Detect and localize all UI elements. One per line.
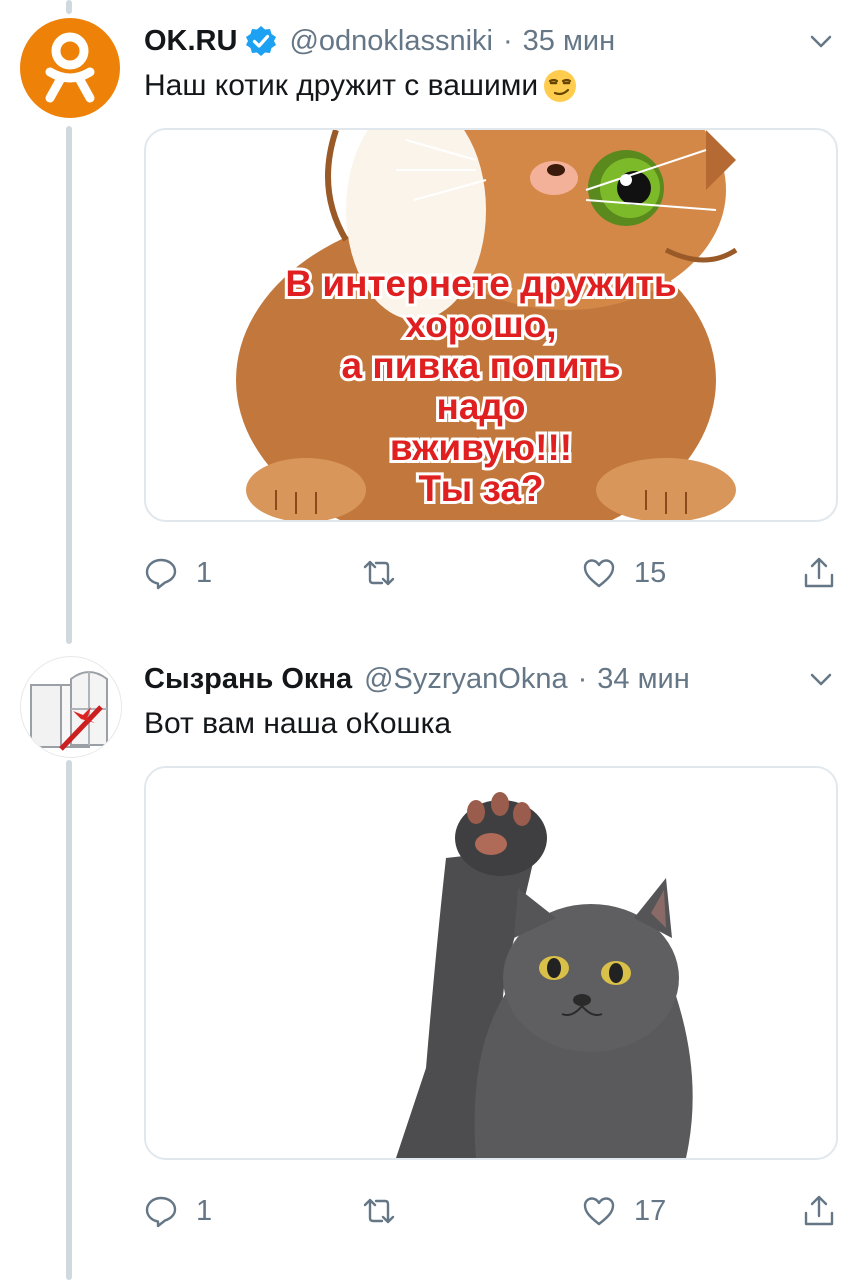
meme-caption-line: В интернете дружить bbox=[285, 263, 676, 304]
reply-button[interactable]: 1 bbox=[144, 1186, 212, 1236]
tweet-header: OK.RU @odnoklassniki · 35 мин bbox=[144, 20, 615, 62]
tweet-time[interactable]: 34 мин bbox=[597, 663, 689, 696]
odnoklassniki-logo-icon bbox=[45, 32, 95, 103]
tweet-image[interactable]: В интернете дружить хорошо, а пивка попи… bbox=[144, 128, 838, 522]
cat-meme-illustration: В интернете дружить хорошо, а пивка попи… bbox=[236, 130, 738, 520]
meme-caption-line: Ты за? bbox=[418, 468, 543, 509]
tweet-text-content: Наш котик дружит с вашими bbox=[144, 69, 539, 102]
meme-caption-line: надо bbox=[436, 386, 525, 427]
like-count: 15 bbox=[634, 556, 667, 589]
chevron-down-icon[interactable] bbox=[806, 664, 836, 694]
heart-icon bbox=[583, 1197, 615, 1226]
reply-icon bbox=[145, 558, 177, 590]
tweet-actions: 1 15 bbox=[144, 548, 838, 598]
share-icon bbox=[804, 557, 834, 588]
retweet-icon bbox=[363, 1198, 395, 1224]
verified-badge-icon bbox=[246, 26, 277, 56]
separator-dot: · bbox=[503, 24, 513, 57]
grey-cat-photo bbox=[146, 768, 836, 1158]
like-button[interactable]: 17 bbox=[582, 1186, 666, 1236]
reply-icon bbox=[145, 1196, 177, 1228]
meme-caption-line: хорошо, bbox=[405, 304, 556, 345]
share-button[interactable] bbox=[802, 548, 836, 598]
author-handle[interactable]: @SyzryanOkna bbox=[364, 663, 568, 696]
reply-count: 1 bbox=[196, 1194, 213, 1227]
heart-icon bbox=[583, 559, 615, 588]
meme-caption-line: а пивка попить bbox=[342, 345, 621, 386]
window-logo-icon bbox=[30, 671, 108, 751]
share-button[interactable] bbox=[802, 1186, 836, 1236]
chevron-down-icon[interactable] bbox=[806, 26, 836, 56]
retweet-button[interactable] bbox=[362, 1186, 414, 1236]
share-icon bbox=[804, 1195, 834, 1226]
author-name[interactable]: OK.RU bbox=[144, 25, 237, 58]
tweet-text: Вот вам наша оКошка bbox=[144, 704, 451, 744]
tweet-time[interactable]: 35 мин bbox=[523, 25, 615, 58]
meme-caption-line: вживую!!! bbox=[390, 427, 572, 468]
reply-button[interactable]: 1 bbox=[144, 548, 212, 598]
like-button[interactable]: 15 bbox=[582, 548, 666, 598]
tweet-text-content: Вот вам наша оКошка bbox=[144, 707, 452, 740]
reply-count: 1 bbox=[196, 556, 213, 589]
tweet-text: Наш котик дружит с вашими bbox=[144, 66, 578, 106]
author-name[interactable]: Сызрань Окна bbox=[144, 663, 352, 696]
like-count: 17 bbox=[634, 1194, 667, 1227]
retweet-button[interactable] bbox=[362, 548, 414, 598]
separator-dot: · bbox=[577, 662, 588, 695]
tweet-image[interactable] bbox=[144, 766, 838, 1160]
tweet[interactable]: OK.RU @odnoklassniki · 35 мин Наш котик … bbox=[0, 0, 858, 640]
tweet-actions: 1 17 bbox=[144, 1186, 838, 1236]
avatar[interactable] bbox=[20, 656, 122, 758]
tweet[interactable]: Сызрань Окна @SyzryanOkna · 34 мин Вот в… bbox=[0, 638, 858, 1280]
smirking-face-emoji-icon bbox=[544, 70, 577, 102]
author-handle[interactable]: @odnoklassniki bbox=[289, 25, 493, 58]
retweet-icon bbox=[363, 560, 395, 586]
avatar[interactable] bbox=[20, 18, 120, 118]
tweet-header: Сызрань Окна @SyzryanOkna · 34 мин bbox=[144, 658, 690, 700]
